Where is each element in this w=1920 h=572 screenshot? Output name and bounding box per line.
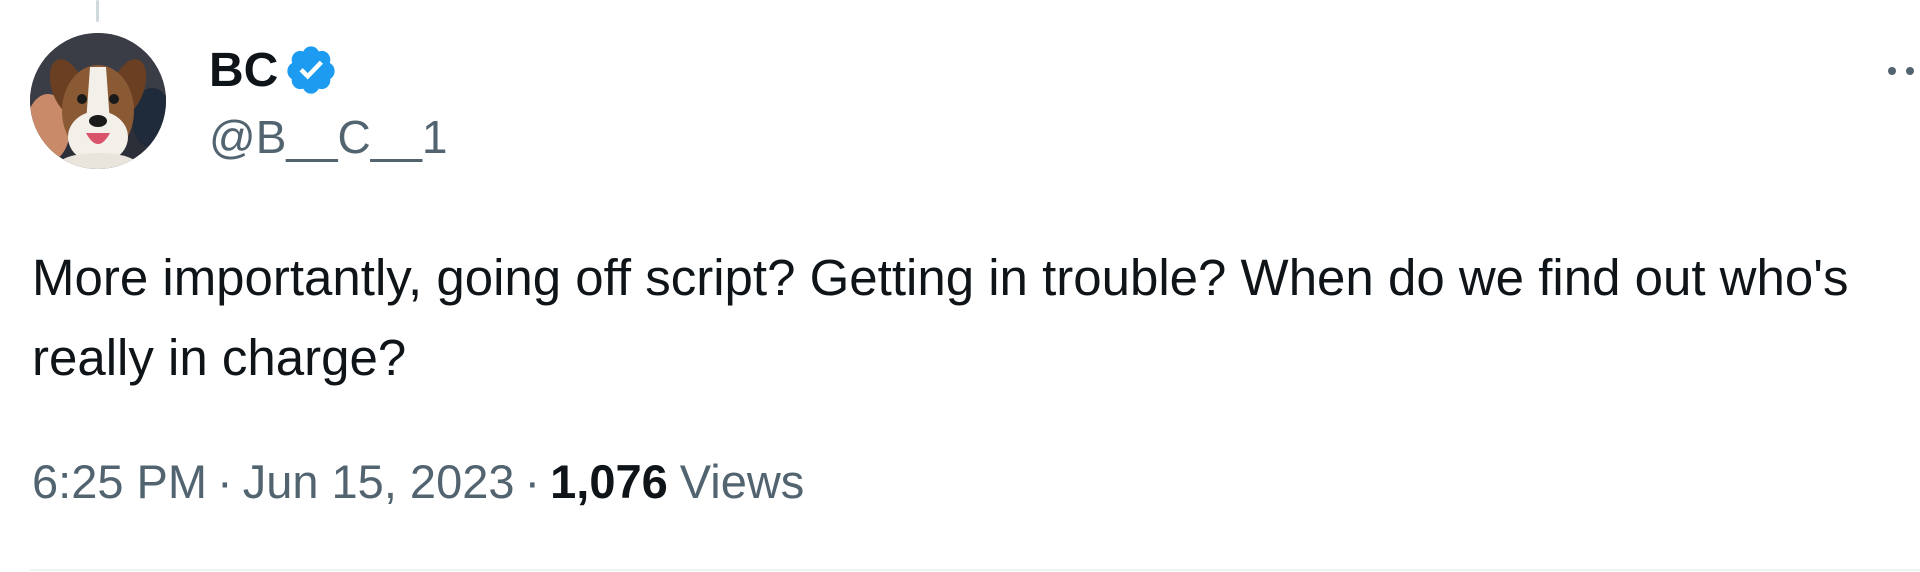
avatar[interactable] bbox=[30, 33, 166, 169]
author-name-row: BC bbox=[209, 40, 338, 100]
thread-connector-line bbox=[96, 0, 99, 22]
author-display-name[interactable]: BC bbox=[209, 43, 278, 98]
verified-badge-icon[interactable] bbox=[284, 43, 338, 97]
author-handle[interactable]: @B__C__1 bbox=[209, 110, 448, 164]
meta-separator: · bbox=[524, 455, 541, 508]
section-divider bbox=[30, 569, 1920, 571]
views-label: Views bbox=[679, 455, 805, 508]
views-count: 1,076 bbox=[550, 455, 668, 508]
tweet-time-link[interactable]: 6:25 PM bbox=[32, 454, 207, 509]
meta-separator: · bbox=[217, 455, 233, 508]
dog-avatar-icon bbox=[30, 33, 166, 169]
more-options-icon[interactable] bbox=[1880, 56, 1920, 86]
tweet-metadata: 6:25 PM · Jun 15, 2023 · 1,076 Views bbox=[32, 454, 804, 509]
tweet-card: BC @B__C__1 More importantly, going off … bbox=[0, 0, 1920, 572]
tweet-text: More importantly, going off script? Gett… bbox=[32, 249, 1849, 386]
tweet-date-link[interactable]: Jun 15, 2023 bbox=[243, 454, 515, 509]
